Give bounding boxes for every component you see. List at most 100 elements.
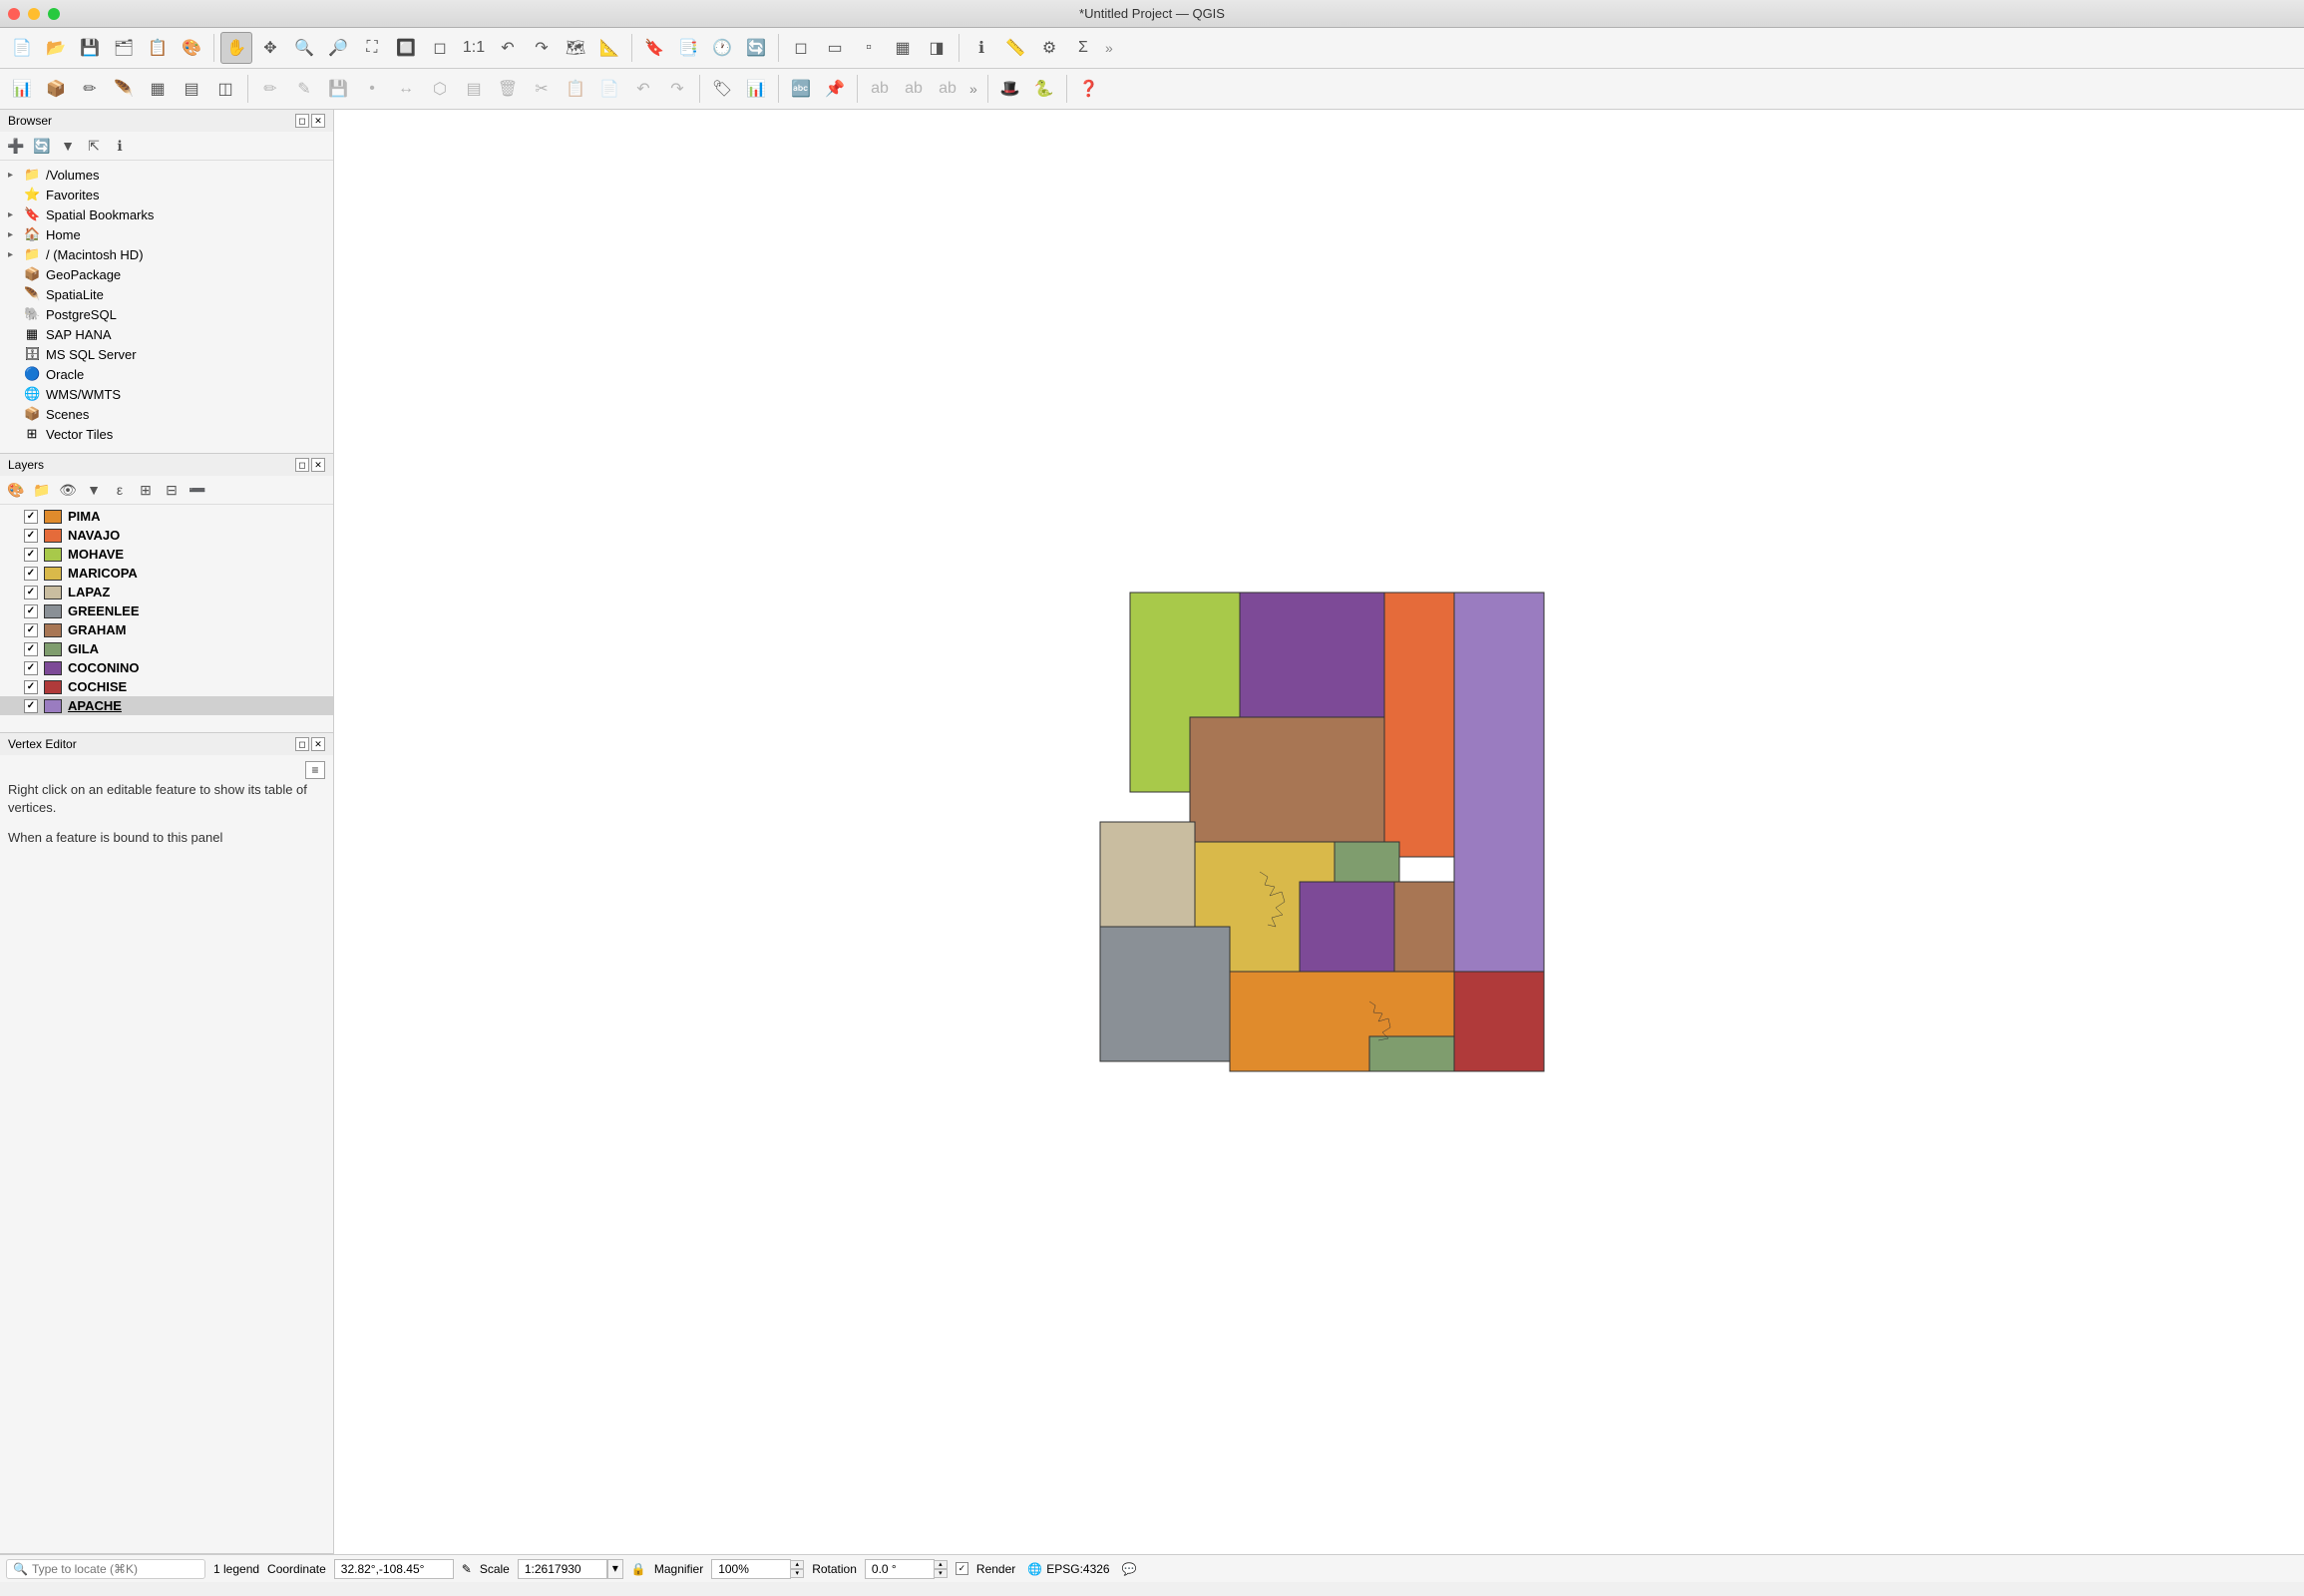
browser-item[interactable]: 🐘PostgreSQL	[0, 304, 333, 324]
layer-item[interactable]: ✓MARICOPA	[0, 564, 333, 583]
vertex-tool-button[interactable]: ⬡	[424, 73, 456, 105]
browser-item[interactable]: ▸🏠Home	[0, 224, 333, 244]
toolbar-overflow-2[interactable]: »	[965, 81, 981, 97]
layout-manager-button[interactable]: 📋	[142, 32, 174, 64]
layer-item[interactable]: ✓GREENLEE	[0, 601, 333, 620]
identify-button[interactable]: ℹ	[965, 32, 997, 64]
layer-item[interactable]: ✓MOHAVE	[0, 545, 333, 564]
layer-checkbox[interactable]: ✓	[24, 529, 38, 543]
scale-input[interactable]	[518, 1559, 607, 1579]
add-feature-button[interactable]: •	[356, 73, 388, 105]
new-shapefile-button[interactable]: ✏	[74, 73, 106, 105]
show-bookmarks-button[interactable]: 📑	[672, 32, 704, 64]
magnifier-input[interactable]	[711, 1559, 791, 1579]
layer-item[interactable]: ✓GRAHAM	[0, 620, 333, 639]
zoom-full-button[interactable]: ⛶	[356, 32, 388, 64]
label-button[interactable]: 🏷	[706, 73, 738, 105]
plugin-button[interactable]: 🎩	[994, 73, 1026, 105]
layer-checkbox[interactable]: ✓	[24, 642, 38, 656]
pan-button[interactable]: ✋	[220, 32, 252, 64]
collapse-all-icon[interactable]: ⊟	[162, 480, 182, 500]
filter-legend-icon[interactable]: ▼	[84, 480, 104, 500]
zoom-out-button[interactable]: 🔎	[322, 32, 354, 64]
messages-icon[interactable]: 💬	[1122, 1562, 1137, 1576]
add-group-icon[interactable]: 📁	[32, 480, 52, 500]
current-edits-button[interactable]: ✎	[288, 73, 320, 105]
statistics-button[interactable]: ⚙	[1033, 32, 1065, 64]
delete-selected-button[interactable]: 🗑	[492, 73, 524, 105]
lock-scale-icon[interactable]: 🔒	[631, 1562, 646, 1576]
redo-button[interactable]: ↷	[661, 73, 693, 105]
refresh-button[interactable]: 🔄	[740, 32, 772, 64]
open-project-button[interactable]: 📂	[40, 32, 72, 64]
layer-checkbox[interactable]: ✓	[24, 567, 38, 581]
layer-item[interactable]: ✓GILA	[0, 639, 333, 658]
refresh-icon[interactable]: 🔄	[32, 136, 52, 156]
zoom-selection-button[interactable]: 🔲	[390, 32, 422, 64]
browser-tree[interactable]: ▸📁/Volumes⭐Favorites▸🔖Spatial Bookmarks▸…	[0, 161, 333, 453]
browser-float-button[interactable]: ◻	[295, 114, 309, 128]
undo-button[interactable]: ↶	[627, 73, 659, 105]
layer-item[interactable]: ✓COCONINO	[0, 658, 333, 677]
add-layer-icon[interactable]: ➕	[6, 136, 26, 156]
zoom-in-button[interactable]: 🔍	[288, 32, 320, 64]
browser-item[interactable]: 🔵Oracle	[0, 364, 333, 384]
diagram-button[interactable]: 📊	[740, 73, 772, 105]
expression-icon[interactable]: ε	[110, 480, 130, 500]
copy-button[interactable]: 📋	[560, 73, 591, 105]
collapse-icon[interactable]: ⇱	[84, 136, 104, 156]
visibility-icon[interactable]: 👁	[58, 480, 78, 500]
close-window-button[interactable]	[8, 8, 20, 20]
browser-close-button[interactable]: ✕	[311, 114, 325, 128]
map-canvas[interactable]	[334, 110, 2304, 1554]
layer-checkbox[interactable]: ✓	[24, 680, 38, 694]
style-manager-button[interactable]: 🎨	[176, 32, 207, 64]
magnifier-up[interactable]: ▴	[790, 1560, 804, 1569]
minimize-window-button[interactable]	[28, 8, 40, 20]
label-move-button[interactable]: ab	[898, 73, 930, 105]
zoom-last-button[interactable]: ↶	[492, 32, 524, 64]
new-project-button[interactable]: 📄	[6, 32, 38, 64]
new-bookmark-button[interactable]: 🔖	[638, 32, 670, 64]
layers-close-button[interactable]: ✕	[311, 458, 325, 472]
modify-attrs-button[interactable]: ▤	[458, 73, 490, 105]
move-feature-button[interactable]: ↔	[390, 73, 422, 105]
expand-icon[interactable]: ⊞	[136, 480, 156, 500]
python-console-button[interactable]: 🐍	[1028, 73, 1060, 105]
select-value-button[interactable]: ▭	[819, 32, 851, 64]
save-edits-button[interactable]: 💾	[322, 73, 354, 105]
layer-checkbox[interactable]: ✓	[24, 604, 38, 618]
layer-checkbox[interactable]: ✓	[24, 661, 38, 675]
select-all-button[interactable]: ▦	[887, 32, 919, 64]
browser-item[interactable]: 📦GeoPackage	[0, 264, 333, 284]
new-gpx-button[interactable]: ▤	[176, 73, 207, 105]
save-project-button[interactable]: 💾	[74, 32, 106, 64]
layer-item[interactable]: ✓NAVAJO	[0, 526, 333, 545]
layer-item[interactable]: ✓APACHE	[0, 696, 333, 715]
toggle-editing-button[interactable]: ✏	[254, 73, 286, 105]
browser-item[interactable]: ⊞Vector Tiles	[0, 424, 333, 444]
layer-checkbox[interactable]: ✓	[24, 623, 38, 637]
pan-selection-button[interactable]: ✥	[254, 32, 286, 64]
filter-icon[interactable]: ▼	[58, 136, 78, 156]
select-features-button[interactable]: ◻	[785, 32, 817, 64]
locator-search[interactable]: 🔍	[6, 1559, 205, 1579]
layer-checkbox[interactable]: ✓	[24, 586, 38, 599]
new-3d-view-button[interactable]: 📐	[593, 32, 625, 64]
rotation-up[interactable]: ▴	[934, 1560, 948, 1569]
invert-selection-button[interactable]: ◨	[921, 32, 953, 64]
rotation-down[interactable]: ▾	[934, 1569, 948, 1578]
temporal-button[interactable]: 🕐	[706, 32, 738, 64]
layer-item[interactable]: ✓PIMA	[0, 507, 333, 526]
new-geopackage-button[interactable]: 📦	[40, 73, 72, 105]
render-checkbox[interactable]: ✓	[956, 1562, 968, 1575]
paste-button[interactable]: 📄	[593, 73, 625, 105]
new-virtual-button[interactable]: ◫	[209, 73, 241, 105]
label-highlight-button[interactable]: 🔤	[785, 73, 817, 105]
new-mesh-button[interactable]: ▦	[142, 73, 174, 105]
zoom-native-button[interactable]: 1:1	[458, 32, 490, 64]
browser-item[interactable]: ▸🔖Spatial Bookmarks	[0, 204, 333, 224]
layers-list[interactable]: ✓PIMA✓NAVAJO✓MOHAVE✓MARICOPA✓LAPAZ✓GREEN…	[0, 505, 333, 732]
remove-layer-icon[interactable]: ➖	[188, 480, 207, 500]
cut-button[interactable]: ✂	[526, 73, 558, 105]
